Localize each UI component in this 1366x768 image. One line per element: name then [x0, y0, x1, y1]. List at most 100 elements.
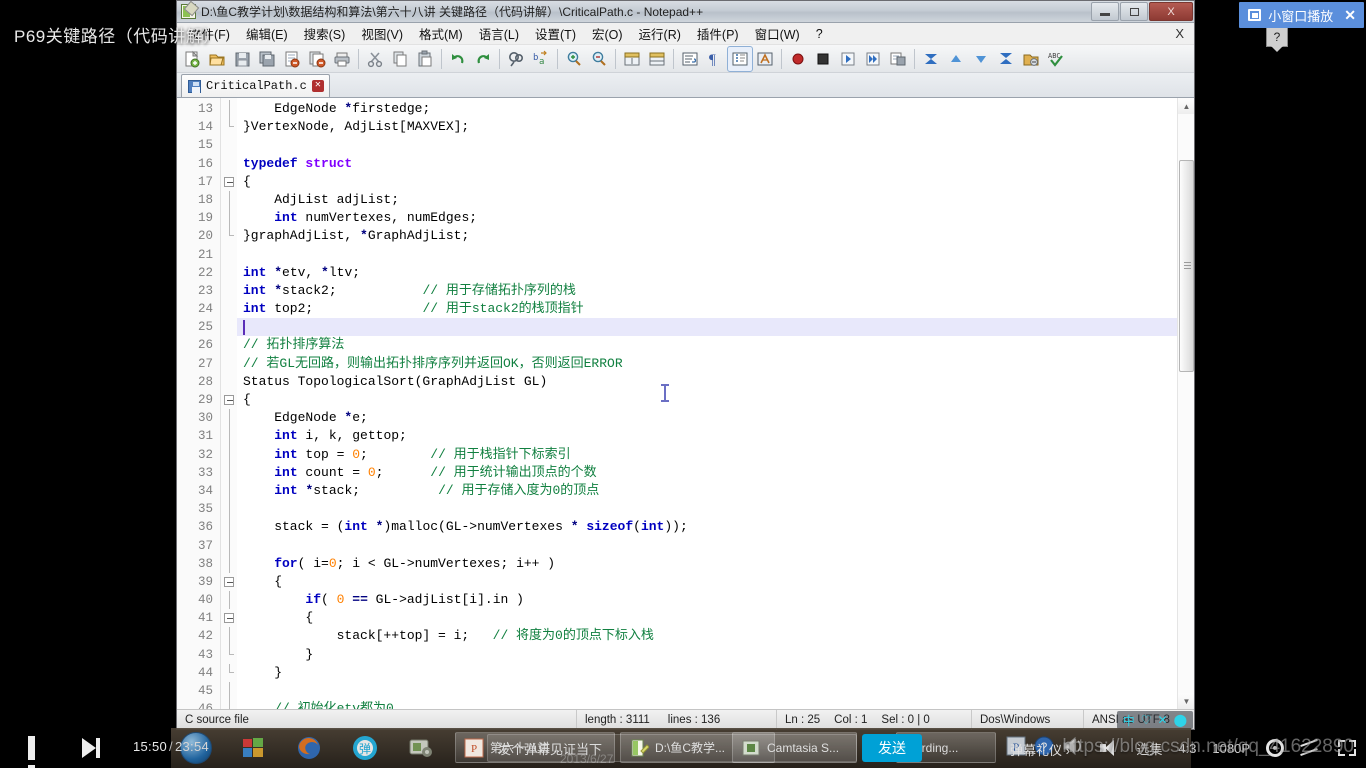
gear-icon[interactable]: [1266, 739, 1284, 757]
code-line[interactable]: // 若GL无回路，则输出拓扑排序序列并返回OK，否则返回ERROR: [237, 355, 1177, 373]
fold-collapse-icon[interactable]: [224, 576, 234, 587]
danmaku-etiquette-link[interactable]: 弹幕礼仪 ›: [1010, 740, 1070, 759]
code-line[interactable]: for( i=0; i < GL->numVertexes; i++ ): [237, 555, 1177, 573]
save-icon[interactable]: [230, 47, 254, 71]
pause-button[interactable]: [28, 736, 50, 768]
menu-window[interactable]: 窗口(W): [747, 22, 808, 45]
zoom-out-icon[interactable]: [587, 47, 611, 71]
spellcheck-icon[interactable]: ABC: [1044, 47, 1068, 71]
sync-horizontal-icon[interactable]: [645, 47, 669, 71]
quality-button[interactable]: 1080P: [1212, 741, 1250, 756]
aspect-ratio-button[interactable]: 4:3: [1178, 741, 1196, 756]
code-line[interactable]: if( 0 == GL->adjList[i].in ): [237, 591, 1177, 609]
menu-format[interactable]: 格式(M): [411, 22, 471, 45]
menu-macro[interactable]: 宏(O): [584, 22, 631, 45]
fold-marker[interactable]: [221, 573, 237, 591]
menu-plugins[interactable]: 插件(P): [689, 22, 747, 45]
close-document-button[interactable]: X: [1175, 26, 1184, 41]
speaker-icon[interactable]: [1100, 740, 1120, 756]
close-all-icon[interactable]: [305, 47, 329, 71]
cut-icon[interactable]: [363, 47, 387, 71]
code-line[interactable]: int *stack2; // 用于存储拓扑序列的栈: [237, 282, 1177, 300]
play-macro-icon[interactable]: [836, 47, 860, 71]
new-file-icon[interactable]: [180, 47, 204, 71]
code-line[interactable]: }: [237, 664, 1177, 682]
code-line[interactable]: int count = 0; // 用于统计输出顶点的个数: [237, 464, 1177, 482]
scroll-up-arrow[interactable]: ▲: [1178, 98, 1194, 114]
tab-close-icon[interactable]: ✕: [311, 80, 324, 92]
web-fullscreen-icon[interactable]: [1300, 740, 1322, 756]
code-line[interactable]: stack[++top] = i; // 将度为0的顶点下标入栈: [237, 627, 1177, 645]
ime-heart-icon[interactable]: ♡: [1141, 713, 1152, 727]
close-icon[interactable]: ✕: [1344, 7, 1356, 24]
code-line[interactable]: [237, 136, 1177, 154]
code-line[interactable]: int top2; // 用于stack2的栈顶指针: [237, 300, 1177, 318]
record-macro-icon[interactable]: [786, 47, 810, 71]
code-line[interactable]: int *stack; // 用于存储入度为0的顶点: [237, 482, 1177, 500]
collapse-level-icon[interactable]: [944, 47, 968, 71]
fold-collapse-icon[interactable]: [224, 613, 234, 624]
fullscreen-icon[interactable]: [1338, 740, 1356, 756]
code-line[interactable]: }: [237, 646, 1177, 664]
show-all-chars-icon[interactable]: ¶: [703, 47, 727, 71]
menu-search[interactable]: 搜索(S): [296, 22, 354, 45]
next-episode-button[interactable]: [82, 736, 104, 760]
menu-edit[interactable]: 编辑(E): [238, 22, 296, 45]
code-line[interactable]: // 拓扑排序算法: [237, 336, 1177, 354]
ime-toolbar[interactable]: 中 ♡ ✕ ⬤: [1116, 711, 1193, 729]
code-line[interactable]: stack = (int *)malloc(GL->numVertexes * …: [237, 518, 1177, 536]
code-folding-column[interactable]: [221, 98, 237, 709]
code-line[interactable]: {: [237, 391, 1177, 409]
close-window-button[interactable]: X: [1149, 2, 1193, 21]
find-icon[interactable]: [504, 47, 528, 71]
ime-close-icon[interactable]: ✕: [1158, 713, 1168, 727]
code-line-current[interactable]: [237, 318, 1177, 337]
menu-help[interactable]: ?: [808, 25, 831, 43]
fold-marker[interactable]: [221, 391, 237, 409]
code-line[interactable]: int numVertexes, numEdges;: [237, 209, 1177, 227]
code-line[interactable]: Status TopologicalSort(GraphAdjList GL): [237, 373, 1177, 391]
redo-icon[interactable]: [471, 47, 495, 71]
code-line[interactable]: EdgeNode *firstedge;: [237, 100, 1177, 118]
word-wrap-icon[interactable]: [678, 47, 702, 71]
close-file-icon[interactable]: [280, 47, 304, 71]
restore-button[interactable]: [1120, 2, 1148, 21]
replace-icon[interactable]: ba: [529, 47, 553, 71]
episode-list-button[interactable]: 选集: [1136, 739, 1162, 758]
code-line[interactable]: typedef struct: [237, 155, 1177, 173]
fold-marker[interactable]: [221, 609, 237, 627]
code-line[interactable]: [237, 682, 1177, 700]
menu-settings[interactable]: 设置(T): [527, 22, 584, 45]
window-titlebar[interactable]: D:\鱼C教学计划\数据结构和算法\第六十八讲 关键路径（代码讲解）\Criti…: [177, 1, 1194, 23]
code-line[interactable]: // 初始化etv都为0: [237, 700, 1177, 709]
menu-language[interactable]: 语言(L): [471, 22, 527, 45]
ime-settings-icon[interactable]: ⬤: [1174, 713, 1187, 727]
stop-macro-icon[interactable]: [811, 47, 835, 71]
ime-chinese-icon[interactable]: 中: [1123, 712, 1135, 729]
code-line[interactable]: EdgeNode *e;: [237, 409, 1177, 427]
send-danmaku-button[interactable]: 发送: [862, 734, 922, 762]
code-line[interactable]: {: [237, 173, 1177, 191]
collapse-all-icon[interactable]: [919, 47, 943, 71]
expand-all-icon[interactable]: [994, 47, 1018, 71]
menu-run[interactable]: 运行(R): [631, 22, 689, 45]
danmaku-input[interactable]: 发个弹幕见证当下: [487, 734, 857, 762]
code-line[interactable]: [237, 537, 1177, 555]
save-all-icon[interactable]: [255, 47, 279, 71]
scrollbar-thumb[interactable]: [1179, 160, 1194, 372]
user-language-icon[interactable]: [753, 47, 777, 71]
tab-criticalpath-c[interactable]: CriticalPath.c ✕: [181, 74, 330, 97]
copy-icon[interactable]: [388, 47, 412, 71]
minimize-button[interactable]: [1091, 2, 1119, 21]
editor-area[interactable]: 13 14 15 16 17 18 19 20 21 22 23 24 25 26 27 28 29 30 31 32…: [177, 98, 1194, 709]
mini-window-tooltip[interactable]: 小窗口播放 ✕: [1239, 2, 1364, 28]
fold-collapse-icon[interactable]: [224, 395, 234, 405]
open-file-icon[interactable]: [205, 47, 229, 71]
print-icon[interactable]: [330, 47, 354, 71]
code-line[interactable]: [237, 246, 1177, 264]
expand-level-icon[interactable]: [969, 47, 993, 71]
zoom-in-icon[interactable]: [562, 47, 586, 71]
code-line[interactable]: int *etv, *ltv;: [237, 264, 1177, 282]
code-line[interactable]: int i, k, gettop;: [237, 427, 1177, 445]
fast-play-macro-icon[interactable]: [861, 47, 885, 71]
